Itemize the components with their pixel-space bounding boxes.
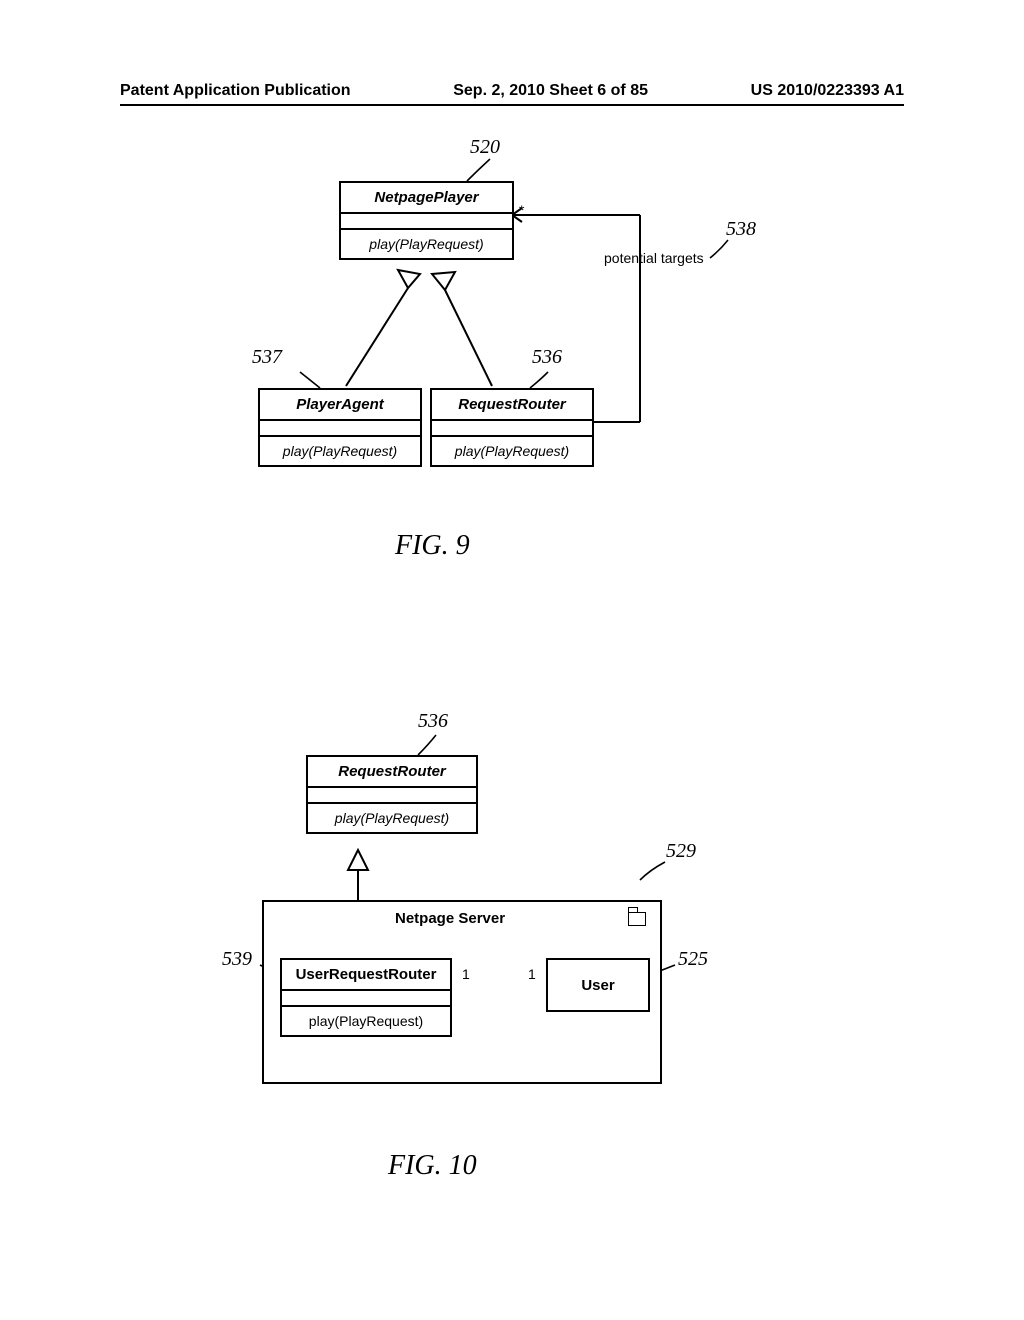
header-rule <box>120 104 904 106</box>
header-center: Sep. 2, 2010 Sheet 6 of 85 <box>453 82 648 100</box>
request-router-method-fig10: play(PlayRequest) <box>308 804 476 832</box>
ref-520: 520 <box>470 136 500 159</box>
netpage-player-class: NetpagePlayer play(PlayRequest) <box>339 181 514 260</box>
player-agent-class: PlayerAgent play(PlayRequest) <box>258 388 422 467</box>
header-right: US 2010/0223393 A1 <box>751 82 904 100</box>
player-agent-mid <box>260 421 420 437</box>
user-request-router-class: UserRequestRouter play(PlayRequest) <box>280 958 452 1037</box>
netpage-player-name: NetpagePlayer <box>341 183 512 214</box>
request-router-class-fig9: RequestRouter play(PlayRequest) <box>430 388 594 467</box>
netpage-server-title: Netpage Server <box>395 910 505 927</box>
mult-1a: 1 <box>462 966 470 982</box>
package-icon <box>628 912 646 926</box>
ref-536-fig9: 536 <box>532 346 562 369</box>
user-class: User <box>546 958 650 1012</box>
star-label: * <box>519 202 524 218</box>
netpage-player-mid <box>341 214 512 230</box>
page-header: Patent Application Publication Sep. 2, 2… <box>0 82 1024 100</box>
user-request-router-mid <box>282 991 450 1007</box>
request-router-class-fig10: RequestRouter play(PlayRequest) <box>306 755 478 834</box>
request-router-method-fig9: play(PlayRequest) <box>432 437 592 465</box>
potential-targets-label: potential targets <box>604 250 704 266</box>
ref-539: 539 <box>222 948 252 971</box>
netpage-player-method: play(PlayRequest) <box>341 230 512 258</box>
ref-529: 529 <box>666 840 696 863</box>
user-label: User <box>581 977 614 994</box>
user-request-router-method: play(PlayRequest) <box>282 1007 450 1035</box>
user-request-router-name: UserRequestRouter <box>282 960 450 991</box>
fig10-label: FIG. 10 <box>388 1150 477 1182</box>
ref-538: 538 <box>726 218 756 241</box>
request-router-name-fig9: RequestRouter <box>432 390 592 421</box>
mult-1b: 1 <box>528 966 536 982</box>
request-router-mid-fig10 <box>308 788 476 804</box>
player-agent-method: play(PlayRequest) <box>260 437 420 465</box>
fig9-label: FIG. 9 <box>395 530 470 562</box>
request-router-mid-fig9 <box>432 421 592 437</box>
header-left: Patent Application Publication <box>120 82 351 100</box>
player-agent-name: PlayerAgent <box>260 390 420 421</box>
request-router-name-fig10: RequestRouter <box>308 757 476 788</box>
ref-525: 525 <box>678 948 708 971</box>
ref-536-fig10: 536 <box>418 710 448 733</box>
ref-537: 537 <box>252 346 282 369</box>
